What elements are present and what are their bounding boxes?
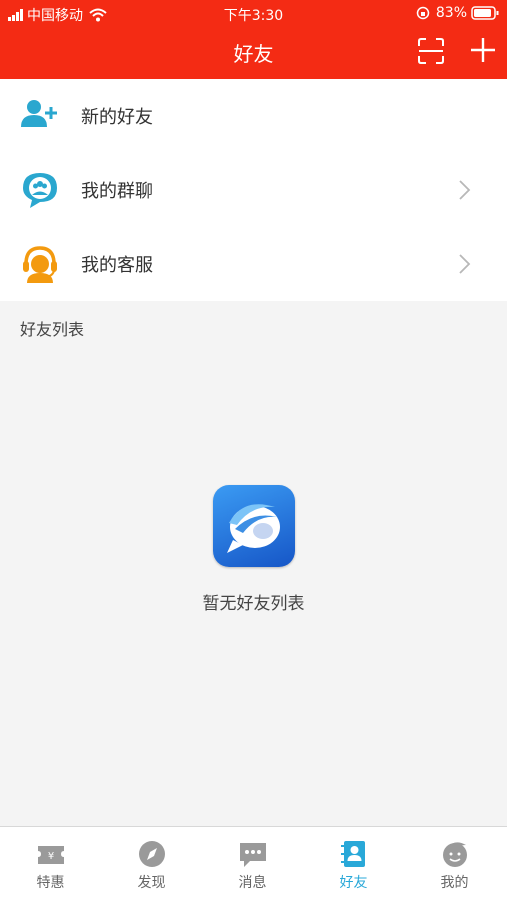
menu-item-new-friends[interactable]: 新的好友 xyxy=(0,79,507,153)
tab-friends[interactable]: 好友 xyxy=(303,827,404,901)
compass-icon xyxy=(139,841,165,867)
empty-state-text: 暂无好友列表 xyxy=(202,594,305,614)
menu-item-label: 我的群聊 xyxy=(81,181,153,202)
app-header: 中国移动 下午3:30 83% 好友 xyxy=(0,0,507,79)
message-icon xyxy=(240,843,266,867)
status-bar: 中国移动 下午3:30 83% xyxy=(0,0,507,28)
customer-service-icon xyxy=(23,246,57,283)
tab-label: 发现 xyxy=(137,875,166,891)
tab-me[interactable]: 我的 xyxy=(404,827,505,901)
add-friend-icon xyxy=(21,100,57,127)
battery-icon xyxy=(471,6,499,20)
tab-label: 我的 xyxy=(440,875,469,891)
tab-label: 好友 xyxy=(339,875,368,891)
menu-item-customer-service[interactable]: 我的客服 xyxy=(0,227,507,301)
battery-percent: 83% xyxy=(435,5,467,21)
empty-state-icon xyxy=(213,485,295,567)
tab-label: 消息 xyxy=(238,875,267,891)
tab-messages[interactable]: 消息 xyxy=(202,827,303,901)
bottom-tab-bar: ¥ 特惠 发现 消息 好友 我的 xyxy=(0,826,507,901)
profile-face-icon xyxy=(443,842,467,867)
friend-list-heading: 好友列表 xyxy=(20,320,85,339)
ticket-icon: ¥ xyxy=(38,846,64,864)
rotation-lock-icon xyxy=(416,6,430,20)
chevron-right-icon xyxy=(459,180,471,200)
menu-item-label: 新的好友 xyxy=(81,107,153,128)
add-icon[interactable] xyxy=(469,36,497,64)
svg-text:¥: ¥ xyxy=(48,851,54,862)
tab-deals[interactable]: ¥ 特惠 xyxy=(0,827,101,901)
contacts-icon xyxy=(341,841,365,867)
menu-item-group-chats[interactable]: 我的群聊 xyxy=(0,153,507,227)
scan-icon[interactable] xyxy=(418,38,444,64)
tab-label: 特惠 xyxy=(36,875,65,891)
friend-menu: 新的好友 我的群聊 我的客服 xyxy=(0,79,507,301)
chevron-right-icon xyxy=(459,254,471,274)
tab-discover[interactable]: 发现 xyxy=(101,827,202,901)
menu-item-label: 我的客服 xyxy=(81,255,153,276)
group-chat-icon xyxy=(23,173,57,208)
